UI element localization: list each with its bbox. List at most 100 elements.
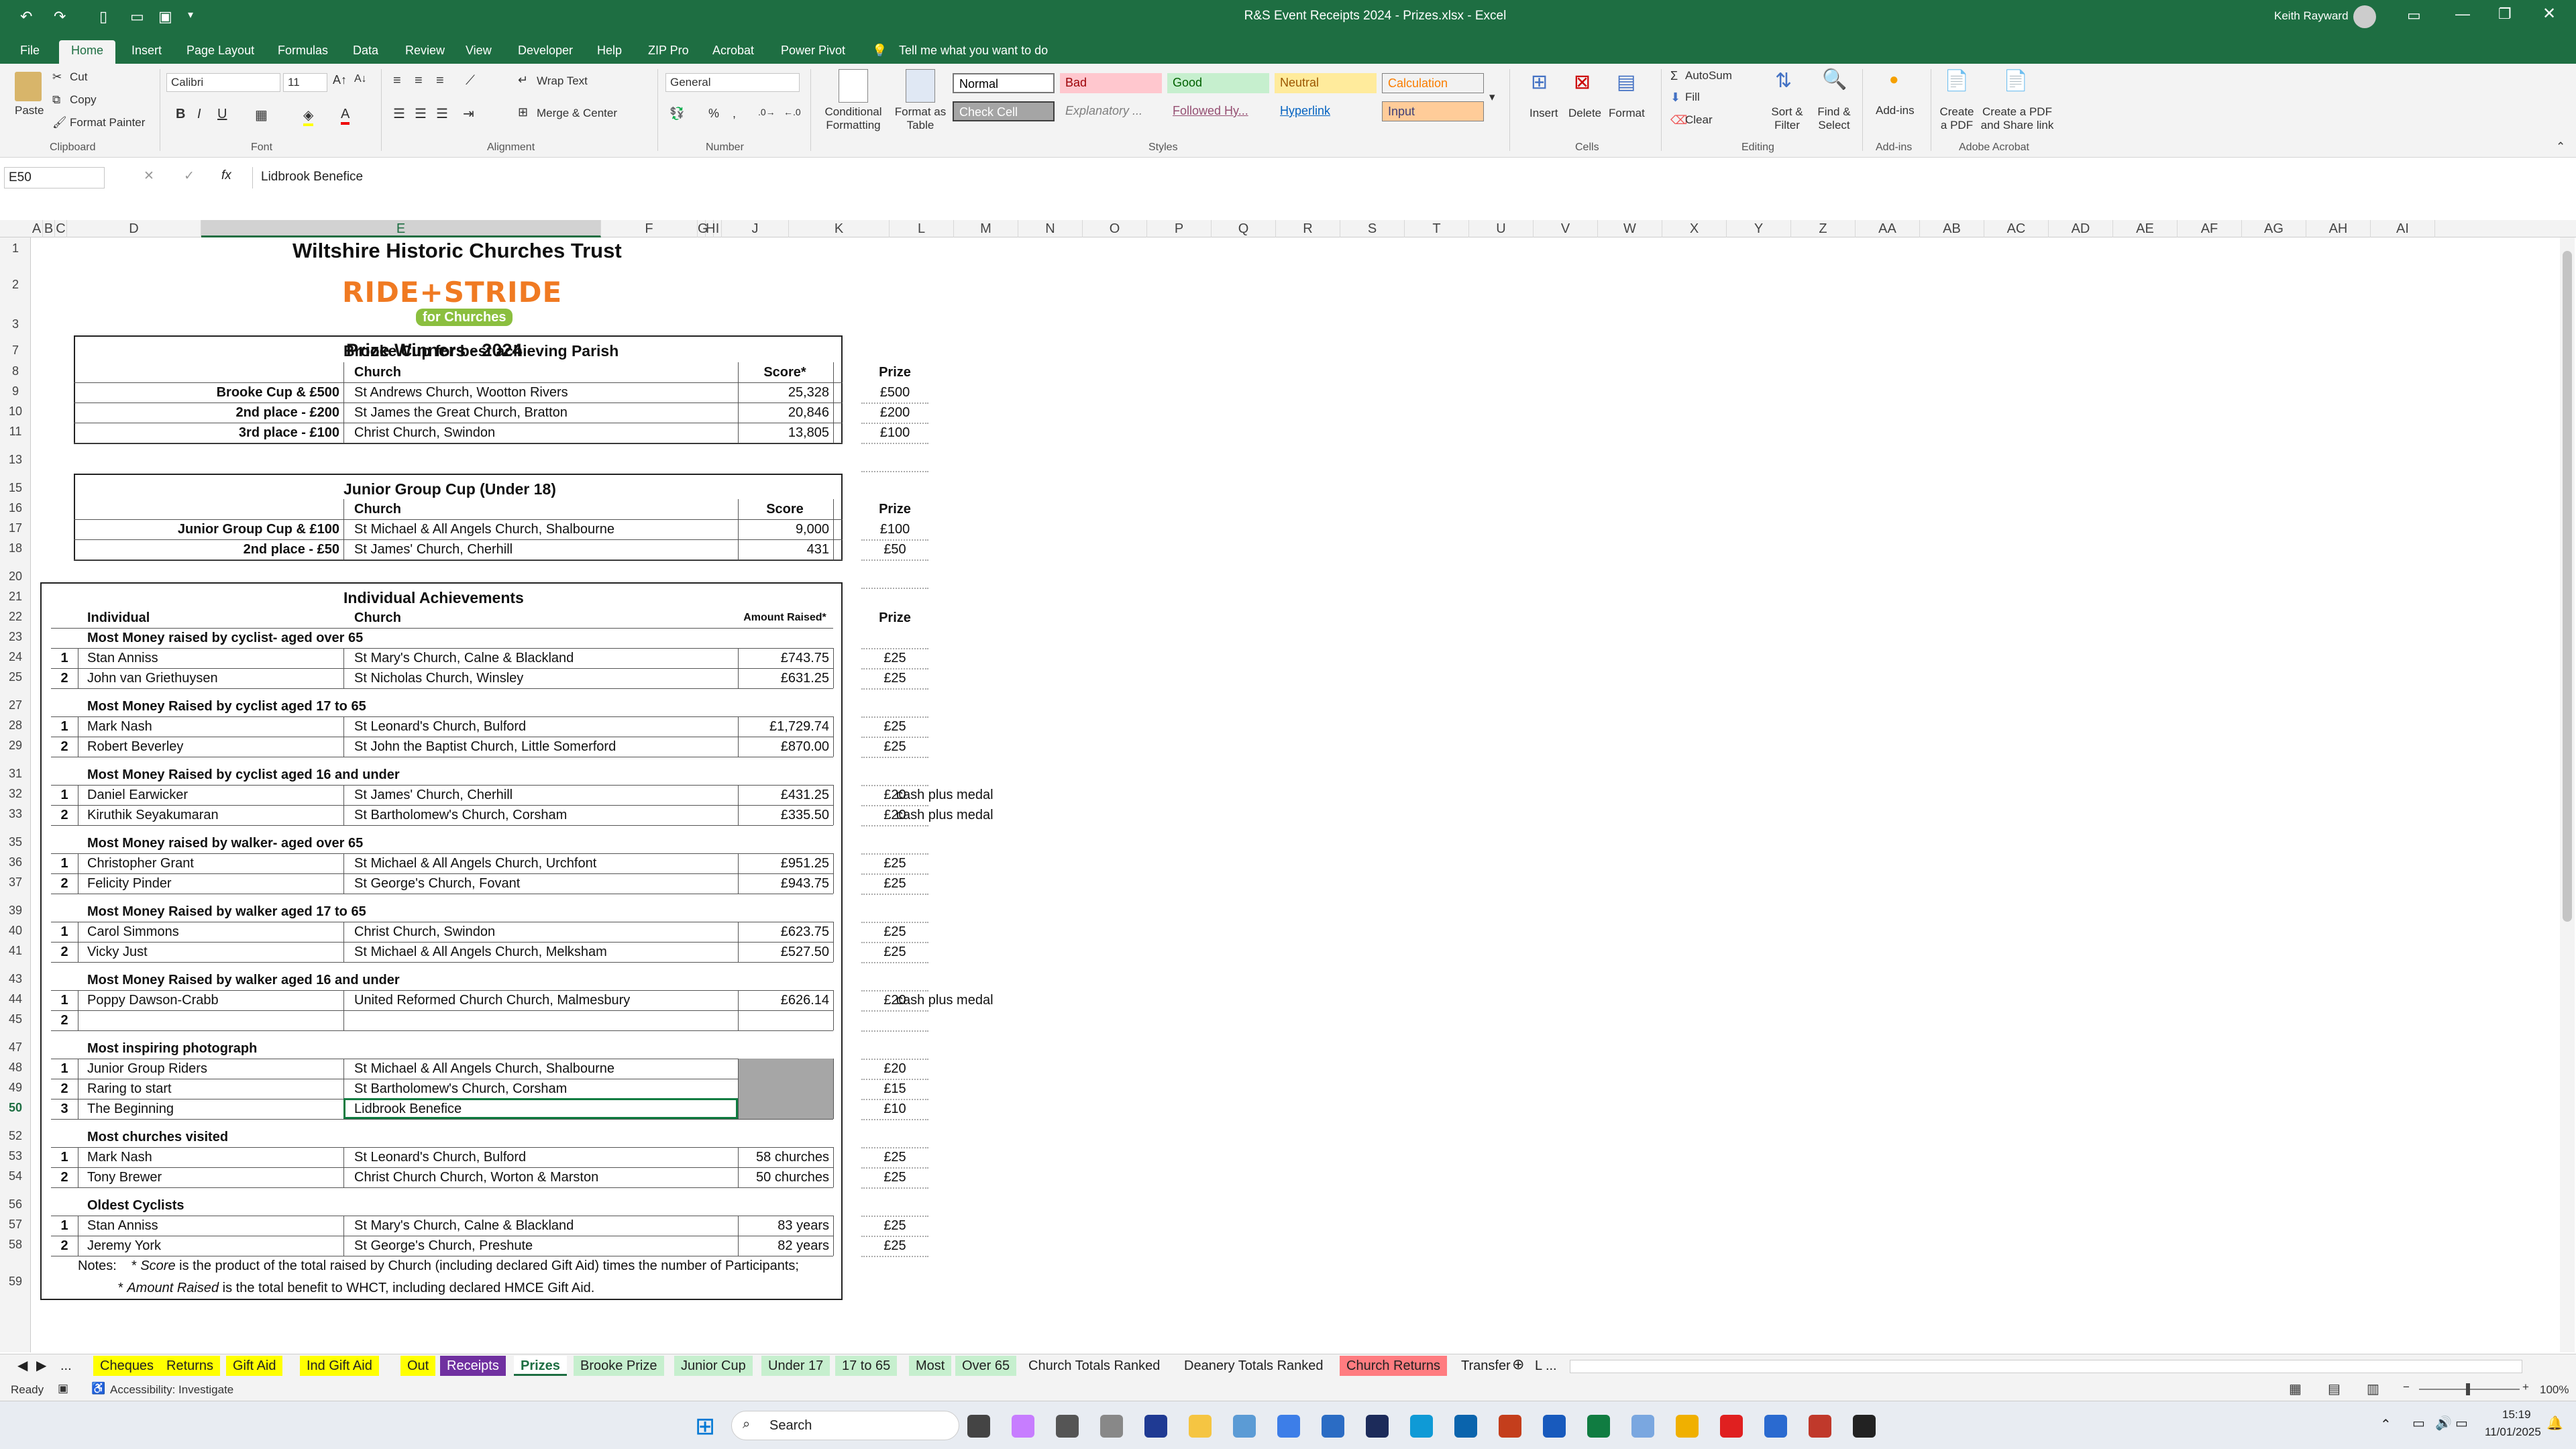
app-icon[interactable] xyxy=(1676,1415,1699,1438)
tab-review[interactable]: Review xyxy=(405,40,445,62)
section-title[interactable]: Most Money raised by walker- aged over 6… xyxy=(87,834,363,853)
column-header-x[interactable]: X xyxy=(1662,220,1727,237)
rank[interactable]: 1 xyxy=(51,786,78,804)
column-header-church[interactable]: Church xyxy=(354,608,401,627)
find-select-icon[interactable]: 🔍 xyxy=(1822,68,1847,91)
prize[interactable]: £25 xyxy=(861,1236,928,1255)
save-icon[interactable]: ▣ xyxy=(158,8,172,25)
rank[interactable]: 1 xyxy=(51,922,78,941)
app-icon[interactable] xyxy=(1366,1415,1389,1438)
format-cells-icon[interactable]: ▤ xyxy=(1617,70,1635,94)
individual-name[interactable]: Jeremy York xyxy=(87,1236,161,1255)
start-icon[interactable]: ⊞ xyxy=(695,1412,715,1440)
column-header-k[interactable]: K xyxy=(789,220,890,237)
row-header[interactable]: 40 xyxy=(0,924,31,938)
amount-raised[interactable]: 58 churches xyxy=(738,1148,829,1167)
row-header[interactable]: 15 xyxy=(0,481,31,495)
tab-file[interactable]: File xyxy=(20,40,40,62)
rank[interactable]: 2 xyxy=(51,737,78,756)
align-middle-icon[interactable]: ≡ xyxy=(415,73,423,89)
acrobat-icon[interactable] xyxy=(1720,1415,1743,1438)
excel-icon[interactable] xyxy=(1587,1415,1610,1438)
sheet-tab-cheques[interactable]: Cheques xyxy=(93,1356,161,1376)
individual-name[interactable]: John van Griethuysen xyxy=(87,669,218,688)
tab-insert[interactable]: Insert xyxy=(131,40,162,62)
column-header-score[interactable]: Score* xyxy=(738,363,832,382)
column-header-ad[interactable]: AD xyxy=(2049,220,2113,237)
grow-font-icon[interactable]: A↑ xyxy=(333,73,347,87)
underline-icon[interactable]: U xyxy=(217,107,227,122)
notifications-icon[interactable]: 🔔 xyxy=(2546,1415,2563,1432)
row-header[interactable]: 22 xyxy=(0,610,31,624)
style-neutral[interactable]: Neutral xyxy=(1275,73,1377,93)
align-top-icon[interactable]: ≡ xyxy=(393,73,401,89)
outlook-icon[interactable] xyxy=(1454,1415,1477,1438)
orientation-icon[interactable]: ⟋ xyxy=(466,73,475,89)
section-title[interactable]: Most Money Raised by cyclist aged 17 to … xyxy=(87,697,366,716)
column-header-y[interactable]: Y xyxy=(1727,220,1791,237)
addins-button[interactable]: Add-ins xyxy=(1876,104,1915,117)
sheet-tab-transfer[interactable]: Transfer xyxy=(1454,1356,1517,1376)
individual-name[interactable]: Kiruthik Seyakumaran xyxy=(87,806,219,824)
share-pdf-icon[interactable]: 📄 xyxy=(2003,69,2028,93)
style-check-cell[interactable]: Check Cell xyxy=(953,101,1055,121)
prize-note[interactable]: cash plus medal xyxy=(896,786,994,804)
section-title[interactable]: Oldest Cyclists xyxy=(87,1196,184,1215)
insert-cells-button[interactable]: Insert xyxy=(1529,107,1558,120)
prize[interactable]: £25 xyxy=(861,1168,928,1187)
row-header[interactable]: 23 xyxy=(0,630,31,644)
row-header[interactable]: 37 xyxy=(0,875,31,890)
italic-icon[interactable]: I xyxy=(197,107,201,122)
zoom-out-icon[interactable]: − xyxy=(2403,1381,2410,1394)
qat-more-icon[interactable]: ▾ xyxy=(188,8,193,21)
indent-icon[interactable]: ⇥ xyxy=(463,105,474,122)
church-name[interactable]: St Mary's Church, Calne & Blackland xyxy=(354,1216,574,1235)
column-header-v[interactable]: V xyxy=(1534,220,1598,237)
row-header[interactable]: 20 xyxy=(0,570,31,584)
sheet-tab-gift-aid[interactable]: Gift Aid xyxy=(226,1356,283,1376)
church-name[interactable]: St Nicholas Church, Winsley xyxy=(354,669,523,688)
insert-cells-icon[interactable]: ⊞ xyxy=(1531,70,1548,94)
create-pdf-share-button[interactable]: Create a PDF and Share link xyxy=(1978,105,2057,132)
maximize-icon[interactable]: ❐ xyxy=(2498,5,2512,23)
amount-raised[interactable]: 50 churches xyxy=(738,1168,829,1187)
next-sheet-icon[interactable]: ▶ xyxy=(36,1357,46,1374)
amount-raised[interactable]: £1,729.74 xyxy=(738,717,829,736)
rank[interactable]: 2 xyxy=(51,1236,78,1255)
merge-icon[interactable]: ⊞ xyxy=(518,105,528,119)
settings-icon[interactable] xyxy=(1100,1415,1123,1438)
zoom-level[interactable]: 100% xyxy=(2540,1383,2569,1397)
column-header-church[interactable]: Church xyxy=(354,500,401,519)
style-normal[interactable]: Normal xyxy=(953,73,1055,93)
row-header[interactable]: 25 xyxy=(0,670,31,684)
merge-center-button[interactable]: Merge & Center xyxy=(537,107,617,120)
prize[interactable]: £20 xyxy=(861,1059,928,1078)
sheet-tab-out[interactable]: Out xyxy=(400,1356,436,1376)
church-name[interactable]: Christ Church, Swindon xyxy=(354,423,495,442)
junior-title[interactable]: Junior Group Cup (Under 18) xyxy=(343,480,556,498)
decrease-decimal-icon[interactable]: ←.0 xyxy=(784,107,801,117)
row-header[interactable]: 31 xyxy=(0,767,31,781)
app-icon[interactable] xyxy=(1764,1415,1787,1438)
font-color-icon[interactable]: A xyxy=(341,107,350,125)
autosum-icon[interactable]: Σ xyxy=(1670,69,1678,83)
row-header[interactable]: 50 xyxy=(0,1101,31,1115)
prize[interactable]: £25 xyxy=(861,669,928,688)
sheet-tab-returns[interactable]: Returns xyxy=(160,1356,221,1376)
column-header-p[interactable]: P xyxy=(1147,220,1212,237)
insert-function-icon[interactable]: fx xyxy=(221,168,231,183)
individual-name[interactable]: Stan Anniss xyxy=(87,649,158,667)
sheet-tab-17-to-65[interactable]: 17 to 65 xyxy=(835,1356,898,1376)
style-hyperlink[interactable]: Hyperlink xyxy=(1275,101,1377,121)
column-header-af[interactable]: AF xyxy=(2178,220,2242,237)
row-header[interactable]: 10 xyxy=(0,405,31,419)
row-header[interactable]: 21 xyxy=(0,590,31,604)
column-header-score[interactable]: Score xyxy=(738,500,832,519)
bold-icon[interactable]: B xyxy=(176,107,185,122)
individual-name[interactable]: Mark Nash xyxy=(87,717,152,736)
row-header[interactable]: 11 xyxy=(0,425,31,439)
row-header[interactable]: 3 xyxy=(0,317,31,331)
column-header-ag[interactable]: AG xyxy=(2242,220,2306,237)
sheet-tab-prizes[interactable]: Prizes xyxy=(514,1356,567,1376)
app-icon[interactable] xyxy=(1277,1415,1300,1438)
